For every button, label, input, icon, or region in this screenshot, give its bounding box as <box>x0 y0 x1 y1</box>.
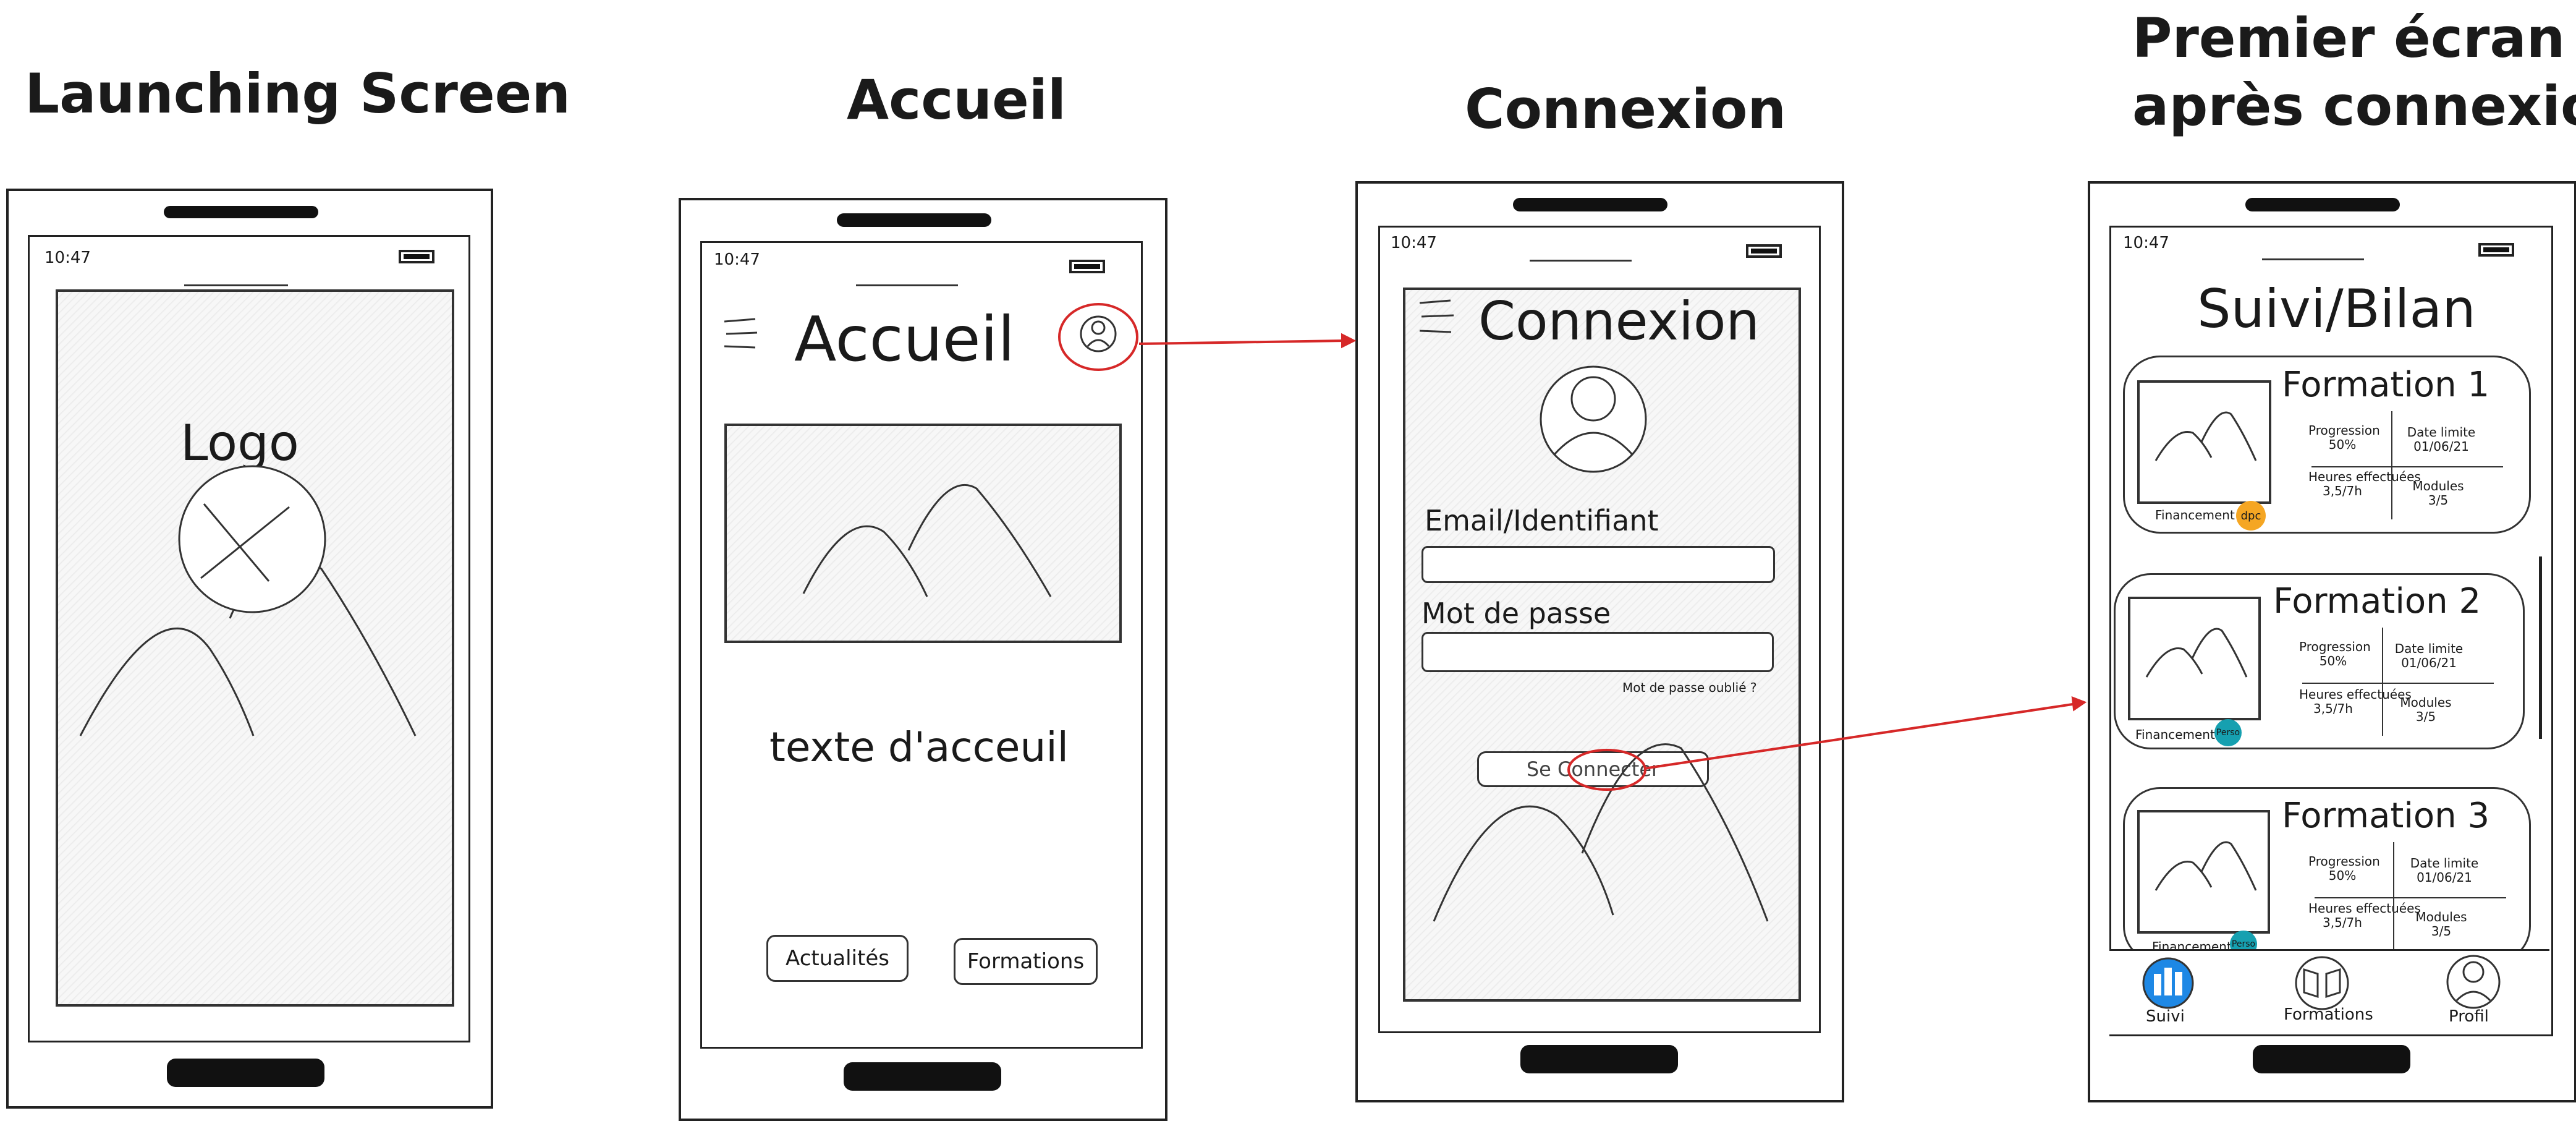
card-mountain-sketches <box>2145 411 2257 891</box>
hamburger-lines <box>1419 299 1454 333</box>
profile-icon-shape <box>1058 303 1138 371</box>
profil-nav-shape <box>2446 955 2501 1009</box>
suivi-nav-shape <box>2142 957 2194 1009</box>
user-avatar-shape <box>1540 365 1647 473</box>
hamburger-lines <box>724 318 758 349</box>
connect-highlight <box>1567 749 1646 791</box>
mountain-sketch <box>1433 743 1769 922</box>
sketch-overlay <box>79 299 2506 1010</box>
logo-placeholder-icon <box>178 465 326 613</box>
mountain-sketch <box>802 484 1052 597</box>
card-dividers <box>2302 411 2506 949</box>
formations-nav-shape <box>2295 956 2349 1010</box>
